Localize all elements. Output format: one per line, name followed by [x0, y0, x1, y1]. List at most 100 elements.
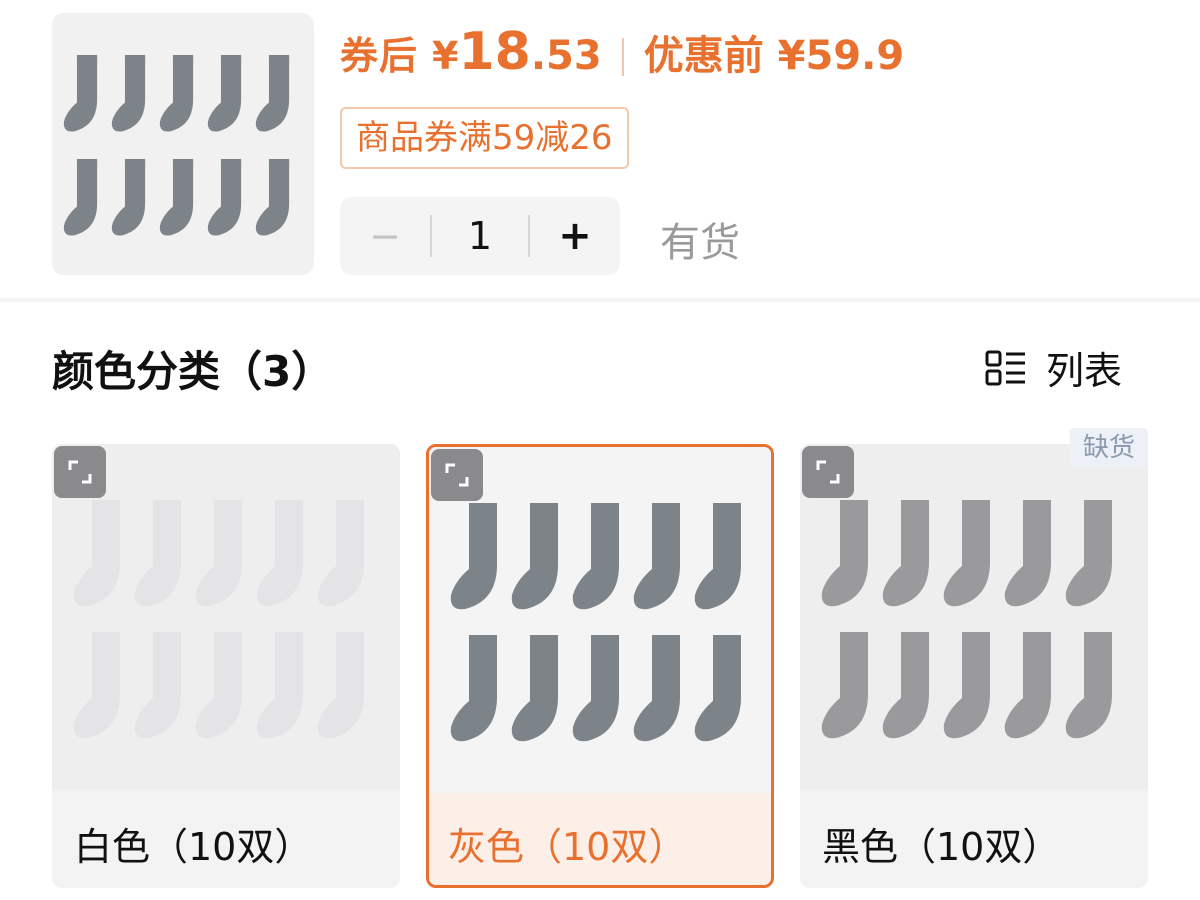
sock-cuff — [652, 503, 680, 517]
sock — [943, 500, 990, 607]
sock — [450, 635, 497, 742]
variant-card-gray[interactable]: 灰色（10双） — [426, 444, 774, 888]
sock — [317, 632, 364, 739]
variant-image — [800, 444, 1148, 790]
sock-cuff — [153, 500, 181, 514]
sock-cuff — [530, 635, 558, 649]
quantity-value[interactable]: 1 — [432, 214, 528, 258]
sock-cuff — [268, 159, 290, 170]
sock — [882, 632, 929, 739]
sock — [1065, 500, 1112, 607]
sock — [207, 159, 242, 236]
variant-card-white[interactable]: 白色（10双） — [52, 444, 400, 888]
sock — [694, 635, 741, 742]
sock — [821, 632, 868, 739]
sock-cuff — [275, 632, 303, 646]
sock — [256, 500, 303, 607]
sock-cuff — [713, 635, 741, 649]
sock-cuff — [962, 632, 990, 646]
sock-cuff — [92, 500, 120, 514]
sock — [1004, 500, 1051, 607]
sock — [63, 159, 98, 236]
sock — [943, 632, 990, 739]
sock-cuff — [220, 55, 242, 66]
product-thumbnail — [52, 13, 314, 275]
variant-name: 白色（10双） — [74, 825, 313, 869]
decrease-button[interactable]: − — [340, 197, 430, 275]
sock-cuff — [591, 503, 619, 517]
sock-cuff — [172, 159, 194, 170]
sock — [511, 503, 558, 610]
sock — [73, 632, 120, 739]
sock-cuff — [591, 635, 619, 649]
variant-name: 黑色（10双） — [822, 825, 1061, 869]
variant-card-black[interactable]: 黑色（10双） — [800, 444, 1148, 888]
socks-image — [821, 500, 1112, 739]
sock-cuff — [336, 500, 364, 514]
sock-cuff — [124, 159, 146, 170]
sock-cuff — [901, 632, 929, 646]
sock — [195, 632, 242, 739]
sock-cuff — [713, 503, 741, 517]
sock — [1065, 632, 1112, 739]
sock — [256, 632, 303, 739]
sock-cuff — [92, 632, 120, 646]
stock-status: 有货 — [660, 220, 740, 266]
coupon-badge[interactable]: 商品券满59减26 — [340, 107, 629, 169]
sock — [882, 500, 929, 607]
sock — [207, 55, 242, 132]
original-price: 优惠前 ¥59.9 — [643, 33, 905, 79]
sock — [159, 159, 194, 236]
product-summary: 券后 ¥ 18 .53 优惠前 ¥59.9 商品券满59减26 − 1 + 有货 — [0, 0, 1200, 300]
sock-cuff — [840, 632, 868, 646]
sock-cuff — [1084, 632, 1112, 646]
sock-cuff — [1084, 500, 1112, 514]
price-decimal: .53 — [530, 33, 602, 79]
sock-cuff — [530, 503, 558, 517]
sock-cuff — [1023, 500, 1051, 514]
price-row: 券后 ¥ 18 .53 优惠前 ¥59.9 — [340, 22, 904, 92]
sock-cuff — [901, 500, 929, 514]
sock-cuff — [840, 500, 868, 514]
price-divider — [621, 38, 624, 76]
sock — [572, 503, 619, 610]
divider — [0, 298, 1200, 302]
variant-name: 灰色（10双） — [448, 825, 687, 869]
sock — [317, 500, 364, 607]
sock-cuff — [469, 635, 497, 649]
sock-cuff — [214, 632, 242, 646]
sock-cuff — [124, 55, 146, 66]
sock — [255, 159, 290, 236]
list-view-toggle[interactable]: 列表 — [984, 340, 1122, 395]
sock-cuff — [275, 500, 303, 514]
sock-cuff — [1023, 632, 1051, 646]
sock — [821, 500, 868, 607]
sock-cuff — [76, 159, 98, 170]
expand-icon[interactable] — [431, 449, 483, 501]
sock — [111, 55, 146, 132]
sock-cuff — [652, 635, 680, 649]
socks-image — [63, 55, 290, 236]
sock-cuff — [268, 55, 290, 66]
sock — [633, 635, 680, 742]
expand-icon[interactable] — [54, 446, 106, 498]
sock — [195, 500, 242, 607]
sock — [694, 503, 741, 610]
sock-cuff — [962, 500, 990, 514]
sock — [63, 55, 98, 132]
sock — [450, 503, 497, 610]
list-view-icon — [985, 350, 1025, 385]
coupon-price-label: 券后 — [340, 34, 419, 78]
section-title: 颜色分类（3） — [52, 347, 334, 396]
sock — [159, 55, 194, 132]
sock — [134, 500, 181, 607]
increase-button[interactable]: + — [530, 197, 620, 275]
quantity-stepper: − 1 + — [340, 197, 620, 275]
sock — [572, 635, 619, 742]
sock — [255, 55, 290, 132]
currency-symbol: ¥ — [432, 34, 459, 78]
sock-cuff — [153, 632, 181, 646]
list-view-label: 列表 — [1046, 349, 1123, 393]
price-integer: 18 — [458, 22, 531, 82]
expand-icon[interactable] — [802, 446, 854, 498]
